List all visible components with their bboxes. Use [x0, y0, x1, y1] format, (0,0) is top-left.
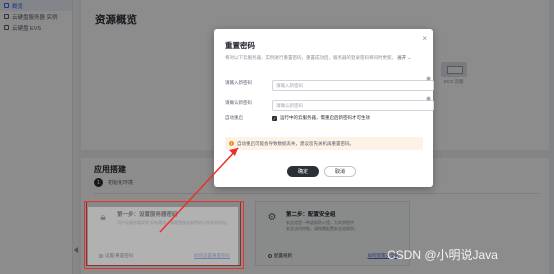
new-password-row: 请输入新密码 ◉	[225, 74, 434, 92]
auto-restart-row: 自动重启 ✓ 运行中的云服务器，需重启后新密码才可生效	[225, 115, 370, 121]
highlight-box-inner	[88, 207, 238, 265]
confirm-password-label: 请确认新密码	[225, 100, 252, 105]
watermark: CSDN @小明说Java	[387, 248, 498, 262]
confirm-password-input[interactable]	[272, 100, 434, 111]
reset-password-dialog: 重置密码 × 将对以下云服务器、实例进行重置密码，重置成功后，服务器的登录密码将…	[214, 29, 434, 187]
auto-restart-text: 运行中的云服务器，需重启后新密码才可生效	[280, 115, 370, 120]
confirm-password-row: 请确认新密码 ◉	[225, 94, 434, 112]
eye-icon[interactable]: ◉	[426, 76, 431, 82]
close-icon[interactable]: ×	[422, 34, 427, 43]
eye-icon[interactable]: ◉	[426, 96, 431, 102]
cancel-button[interactable]: 取消	[324, 166, 356, 177]
new-password-label: 请输入新密码	[225, 80, 252, 85]
confirm-button[interactable]: 确定	[287, 166, 319, 177]
warning-icon: !	[229, 141, 234, 146]
auto-restart-checkbox[interactable]: ✓	[272, 115, 277, 121]
auto-restart-label: 自动重启	[225, 115, 243, 120]
subtitle-text: 将对以下云服务器、实例进行重置密码，重置成功后，服务器的登录密码将同时更新。	[225, 55, 396, 60]
confirm-password-wrapper: ◉	[272, 94, 434, 112]
warning-text: 自动重启可能会导致数据丢失，建议您先关机再重置密码。	[237, 140, 354, 146]
new-password-input[interactable]	[272, 80, 434, 91]
dialog-title: 重置密码	[225, 41, 255, 50]
warning-banner: ! 自动重启可能会导致数据丢失，建议您先关机再重置密码。	[225, 137, 423, 150]
dialog-subtitle: 将对以下云服务器、实例进行重置密码，重置成功后，服务器的登录密码将同时更新。 展…	[225, 55, 425, 61]
new-password-wrapper: ◉	[272, 74, 434, 92]
expand-toggle[interactable]: 展开 ⌄	[397, 55, 411, 60]
